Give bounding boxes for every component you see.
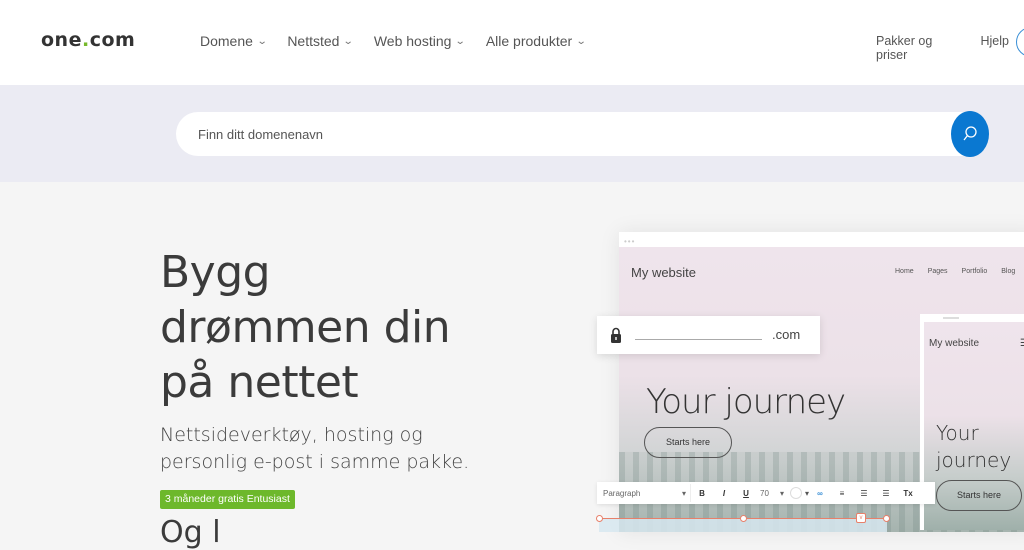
- domain-search-band: [0, 85, 1024, 182]
- hero-title: Bygg drømmen din på nettet: [160, 245, 451, 410]
- domain-search-input[interactable]: [198, 112, 898, 156]
- mobile-mockup: My website ☰ Your journey Starts here: [920, 314, 1024, 530]
- underline-icon: U: [743, 488, 749, 498]
- search-box: [176, 112, 966, 156]
- chevron-down-icon: ⌄: [256, 35, 268, 47]
- mockup-site-name: My website: [631, 265, 697, 280]
- chevron-down-icon: ⌄: [455, 35, 467, 47]
- main-nav: Domene ⌄ Nettsted ⌄ Web hosting ⌄ Alle prod…: [200, 33, 607, 49]
- mockup-headline: Your journey: [646, 382, 846, 422]
- bullet-list-icon: ☰: [882, 488, 890, 498]
- logo-dot: .: [81, 29, 90, 51]
- mockup-cta: Starts here: [644, 427, 732, 458]
- style-label: Paragraph: [603, 488, 641, 498]
- link-hjelp[interactable]: Hjelp: [981, 34, 1010, 62]
- mockup-nav-item: Home: [895, 268, 914, 275]
- mockup-nav: Home Pages Portfolio Blog: [895, 268, 1024, 275]
- ordered-list-icon: ☰: [860, 488, 868, 498]
- hero-title-line: drømmen din: [160, 302, 451, 353]
- lock-icon: [611, 327, 621, 343]
- phone-headline-line: journey: [936, 448, 1012, 472]
- resize-handle: [883, 515, 890, 522]
- align-icon: ≡: [839, 488, 845, 498]
- font-size-select: 70 ▾: [757, 489, 787, 498]
- nav-label: Domene: [200, 33, 253, 49]
- hero-secondary-heading: Og l: [160, 515, 221, 550]
- hero-title-line: Bygg: [160, 247, 271, 298]
- link-pakker-og-priser[interactable]: Pakker og priser: [876, 34, 966, 62]
- domain-tld: .com: [772, 327, 801, 342]
- nav-item-nettsted[interactable]: Nettsted ⌄: [287, 33, 355, 49]
- nav-item-domene[interactable]: Domene ⌄: [200, 33, 268, 49]
- chevron-down-icon: ⌄: [343, 35, 355, 47]
- phone-cta: Starts here: [936, 480, 1022, 511]
- clear-format-icon: Tx: [903, 488, 913, 498]
- domain-placeholder-line: [635, 339, 762, 340]
- paragraph-style-select: Paragraph ▾: [599, 484, 691, 502]
- chevron-down-icon: v: [856, 513, 866, 523]
- hero-subtitle: Nettsideverktøy, hosting og personlig e-…: [160, 422, 469, 476]
- nav-item-alle-produkter[interactable]: Alle produkter ⌄: [485, 33, 587, 49]
- secondary-nav: Pakker og priser Hjelp: [876, 34, 1024, 62]
- chevron-down-icon: ⌄: [575, 35, 587, 47]
- mockup-nav-item: Portfolio: [961, 268, 988, 275]
- nav-item-web-hosting[interactable]: Web hosting ⌄: [373, 33, 467, 49]
- search-button[interactable]: [951, 111, 989, 157]
- hero-subtitle-line: Nettsideverktøy, hosting og: [160, 424, 423, 446]
- logo-text: one: [41, 29, 82, 51]
- text-editor-toolbar: Paragraph ▾ B I U 70 ▾ ▾ ∞ ≡ ☰ ☰ Tx: [597, 482, 935, 504]
- nav-label: Nettsted: [287, 33, 340, 49]
- nav-label: Alle produkter: [485, 33, 573, 49]
- link-icon: ∞: [817, 488, 823, 498]
- promo-badge: 3 måneder gratis Entusiast: [160, 490, 295, 509]
- resize-handle: [740, 515, 747, 522]
- bold-icon: B: [699, 488, 705, 498]
- site-header: one.com Domene ⌄ Nettsted ⌄ Web hosting ⌄ A…: [0, 0, 1024, 85]
- phone-speaker: [943, 317, 959, 319]
- search-icon: [963, 126, 977, 141]
- nav-label: Web hosting: [373, 33, 452, 49]
- logo-text-suffix: com: [89, 29, 136, 51]
- hamburger-menu-icon: ☰: [1020, 338, 1024, 349]
- hero-title-line: på nettet: [160, 357, 359, 408]
- phone-site-name: My website: [929, 338, 980, 349]
- caret-down-icon: ▾: [681, 488, 686, 498]
- phone-headline: Your journey: [936, 420, 1011, 474]
- window-dots-icon: •••: [624, 237, 636, 246]
- mockup-nav-item: Pages: [927, 268, 948, 275]
- phone-headline-line: Your: [936, 421, 979, 445]
- hero-subtitle-line: personlig e-post i samme pakke.: [160, 451, 470, 473]
- caret-down-icon: ▾: [779, 488, 784, 498]
- phone-canvas: My website ☰ Your journey Starts here: [924, 322, 1024, 530]
- domain-card: .com: [597, 316, 820, 354]
- resize-handle: [596, 515, 603, 522]
- color-swatch-icon: [790, 487, 802, 499]
- logo[interactable]: one.com: [41, 29, 135, 51]
- font-size-value: 70: [760, 488, 769, 498]
- italic-icon: I: [722, 488, 726, 498]
- mockup-nav-item: Blog: [1001, 268, 1016, 275]
